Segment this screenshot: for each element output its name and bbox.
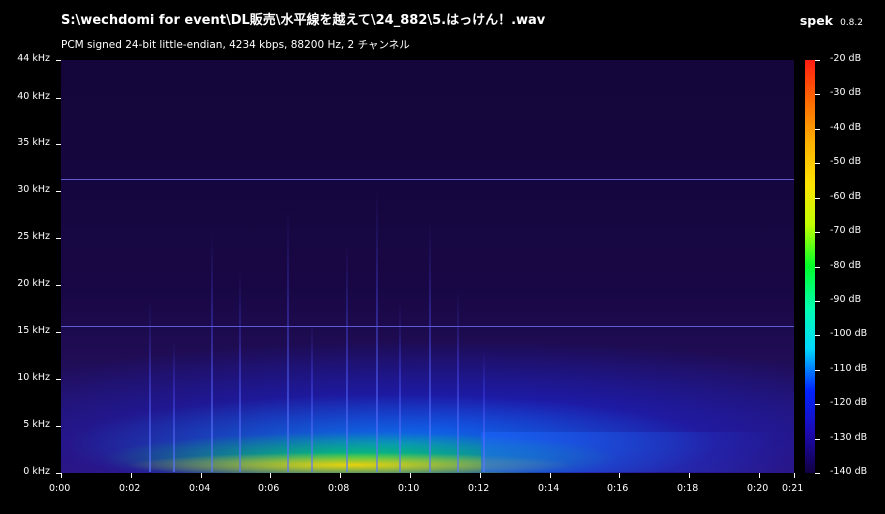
time-tick-label: 0:18	[677, 483, 699, 494]
db-tick	[815, 404, 820, 405]
db-tick-label: -100 dB	[830, 328, 868, 339]
frequency-tick	[56, 332, 61, 333]
db-tick-label: -70 dB	[830, 225, 862, 236]
db-scale-bar	[805, 60, 815, 473]
db-tick-label: -60 dB	[830, 191, 862, 202]
time-tick-label: 0:10	[398, 483, 420, 494]
time-tick	[550, 473, 551, 478]
db-tick	[815, 129, 820, 130]
time-tick-label: 0:00	[49, 483, 71, 494]
transient-streak	[429, 220, 431, 472]
time-tick-label: 0:21	[782, 483, 804, 494]
spectrogram-canvas	[61, 60, 794, 473]
db-tick	[815, 301, 820, 302]
frequency-tick-label: 5 kHz	[23, 419, 50, 430]
db-tick	[815, 232, 820, 233]
db-tick	[815, 439, 820, 440]
app-version: 0.8.2	[840, 18, 863, 28]
db-tick-label: -140 dB	[830, 466, 868, 477]
transient-streak	[287, 210, 289, 472]
db-tick	[815, 198, 820, 199]
time-tick	[340, 473, 341, 478]
time-tick	[270, 473, 271, 478]
db-tick	[815, 267, 820, 268]
transient-streak	[457, 290, 459, 472]
db-tick-label: -50 dB	[830, 156, 862, 167]
transient-streak	[346, 240, 348, 472]
transient-streak	[311, 320, 313, 472]
db-tick	[815, 60, 820, 61]
time-tick	[61, 473, 62, 478]
frequency-tick-label: 25 kHz	[17, 231, 50, 242]
db-tick-label: -20 dB	[830, 53, 862, 64]
spectral-line-16khz	[61, 326, 794, 327]
audio-format-info: PCM signed 24-bit little-endian, 4234 kb…	[61, 39, 410, 51]
frequency-tick	[56, 238, 61, 239]
db-tick	[815, 473, 820, 474]
db-tick	[815, 94, 820, 95]
frequency-tick-label: 30 kHz	[17, 184, 50, 195]
time-tick	[201, 473, 202, 478]
frequency-tick-label: 10 kHz	[17, 372, 50, 383]
spectral-tail	[481, 432, 781, 472]
time-tick	[759, 473, 760, 478]
time-tick	[689, 473, 690, 478]
db-tick-label: -130 dB	[830, 432, 868, 443]
transient-streak	[211, 230, 213, 472]
frequency-tick-label: 0 kHz	[23, 466, 50, 477]
time-tick-label: 0:04	[189, 483, 211, 494]
time-tick-label: 0:06	[258, 483, 280, 494]
time-tick-label: 0:12	[468, 483, 490, 494]
db-tick	[815, 370, 820, 371]
frequency-tick	[56, 98, 61, 99]
frequency-tick-label: 35 kHz	[17, 137, 50, 148]
frequency-tick-label: 44 kHz	[17, 53, 50, 64]
time-tick-label: 0:14	[538, 483, 560, 494]
db-tick-label: -30 dB	[830, 87, 862, 98]
app-name: spek	[799, 13, 833, 28]
db-tick	[815, 335, 820, 336]
transient-streak	[149, 300, 151, 472]
db-tick	[815, 163, 820, 164]
time-tick	[410, 473, 411, 478]
time-tick	[619, 473, 620, 478]
time-tick-label: 0:20	[747, 483, 769, 494]
frequency-tick	[56, 144, 61, 145]
frequency-tick	[56, 60, 61, 61]
time-tick-label: 0:02	[119, 483, 141, 494]
transient-streak	[376, 190, 378, 472]
frequency-tick	[56, 285, 61, 286]
time-tick	[794, 473, 795, 478]
db-tick-label: -80 dB	[830, 260, 862, 271]
frequency-tick	[56, 191, 61, 192]
frequency-tick	[56, 379, 61, 380]
db-tick-label: -40 dB	[830, 122, 862, 133]
transient-streak	[239, 270, 241, 472]
db-tick-label: -120 dB	[830, 397, 868, 408]
frequency-tick	[56, 426, 61, 427]
time-tick	[480, 473, 481, 478]
file-title: S:\wechdomi for event\DL販売\水平線を越えて\24_88…	[61, 13, 546, 28]
time-tick-label: 0:08	[328, 483, 350, 494]
db-tick-label: -90 dB	[830, 294, 862, 305]
frequency-tick-label: 40 kHz	[17, 91, 50, 102]
transient-streak	[173, 340, 175, 472]
db-tick-label: -110 dB	[830, 363, 868, 374]
app-brand: spek 0.8.2	[800, 10, 863, 29]
time-tick-label: 0:16	[607, 483, 629, 494]
transient-streak	[483, 350, 485, 472]
frequency-tick-label: 20 kHz	[17, 278, 50, 289]
frequency-tick-label: 15 kHz	[17, 325, 50, 336]
transient-streak	[399, 300, 401, 472]
spectral-line-31khz	[61, 179, 794, 180]
time-tick	[131, 473, 132, 478]
